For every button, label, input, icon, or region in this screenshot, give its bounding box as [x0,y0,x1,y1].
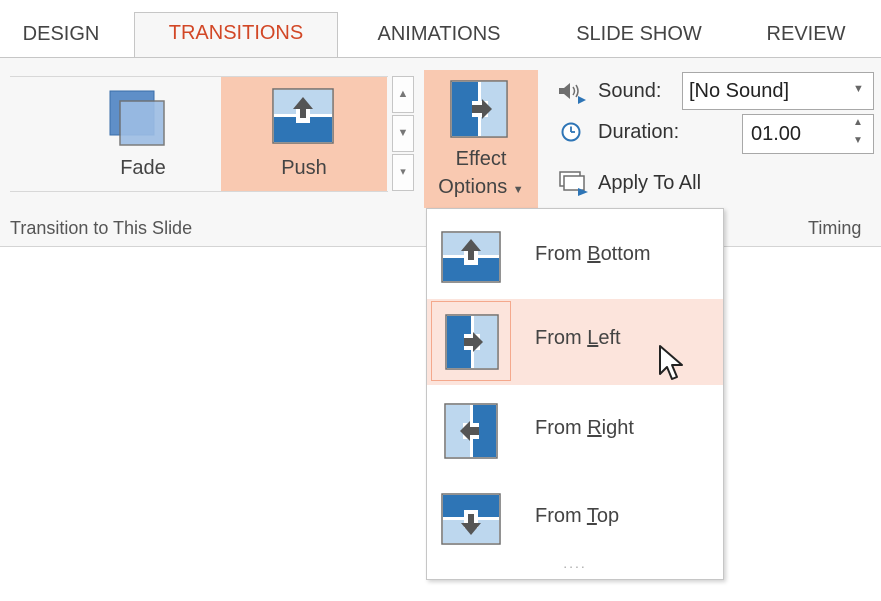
menu-item-from-bottom[interactable]: From Bottom [427,215,723,301]
gallery-scroll: ▲ ▼ ▾ [392,76,414,192]
menu-item-label: From Bottom [535,243,651,265]
gallery-item-fade[interactable]: Fade [84,77,202,191]
effect-options-label-line2-wrap: Options ▼ [424,176,538,199]
gallery-scroll-down-button[interactable]: ▼ [392,115,414,152]
gallery-scroll-up-button[interactable]: ▲ [392,76,414,113]
group-label-timing: Timing [808,218,862,238]
tab-animations[interactable]: ANIMATIONS [366,14,512,58]
clock-icon [561,122,581,142]
tab-slide-show[interactable]: SLIDE SHOW [566,14,712,58]
group-label-transition: Transition to This Slide [10,218,193,238]
duration-value: 01.00 [751,123,802,145]
tab-transitions[interactable]: TRANSITIONS [134,12,338,58]
push-from-left-icon [450,80,508,138]
ribbon-tab-bar: DESIGN TRANSITIONS ANIMATIONS SLIDE SHOW… [0,0,881,58]
menu-item-label: From Top [535,505,620,527]
push-from-left-icon [445,314,499,370]
gallery-item-label: Push [281,157,327,179]
menu-icon-frame [431,217,511,297]
menu-icon-frame [431,479,511,559]
menu-item-label: From Right [535,417,634,439]
sound-select-value: [No Sound] [689,80,790,102]
sound-select[interactable]: [No Sound] ▼ [682,72,874,110]
effect-options-label-line1: Effect [455,148,507,170]
tab-design[interactable]: DESIGN [18,14,104,58]
push-from-top-icon [441,493,501,545]
gallery-item-label: Fade [120,157,166,179]
menu-resize-grip[interactable]: .... [555,555,595,571]
push-from-bottom-icon [441,231,501,283]
duration-spinner[interactable]: 01.00 ▲ ▼ [742,114,874,154]
effect-options-label-line2: Options [438,176,508,198]
apply-to-all-button[interactable]: Apply To All [598,172,701,195]
fade-transition-icon [109,90,165,146]
push-transition-icon [272,88,334,144]
effect-options-button[interactable]: Effect Options ▼ [424,70,538,208]
dropdown-caret-icon: ▼ [512,184,524,196]
effect-options-dropdown: From Bottom From Left From Right From To… [426,208,724,580]
menu-item-from-right[interactable]: From Right [427,389,723,475]
tab-review[interactable]: REVIEW [760,14,852,58]
chevron-down-icon: ▼ [853,83,864,95]
sound-icon [559,83,586,104]
spinner-up-icon[interactable]: ▲ [853,117,863,128]
apply-to-all-icon [559,171,588,196]
push-from-right-icon [444,403,498,459]
sound-label: Sound: [598,80,662,102]
spinner-down-icon[interactable]: ▼ [853,135,863,146]
menu-item-label: From Left [535,327,621,349]
menu-icon-frame [431,391,511,471]
gallery-item-push[interactable]: Push [221,77,387,191]
gallery-more-button[interactable]: ▾ [392,154,414,191]
menu-icon-frame [431,301,511,381]
duration-label: Duration: [598,121,680,143]
mouse-pointer-icon [659,345,683,380]
menu-item-from-top[interactable]: From Top [427,477,723,563]
